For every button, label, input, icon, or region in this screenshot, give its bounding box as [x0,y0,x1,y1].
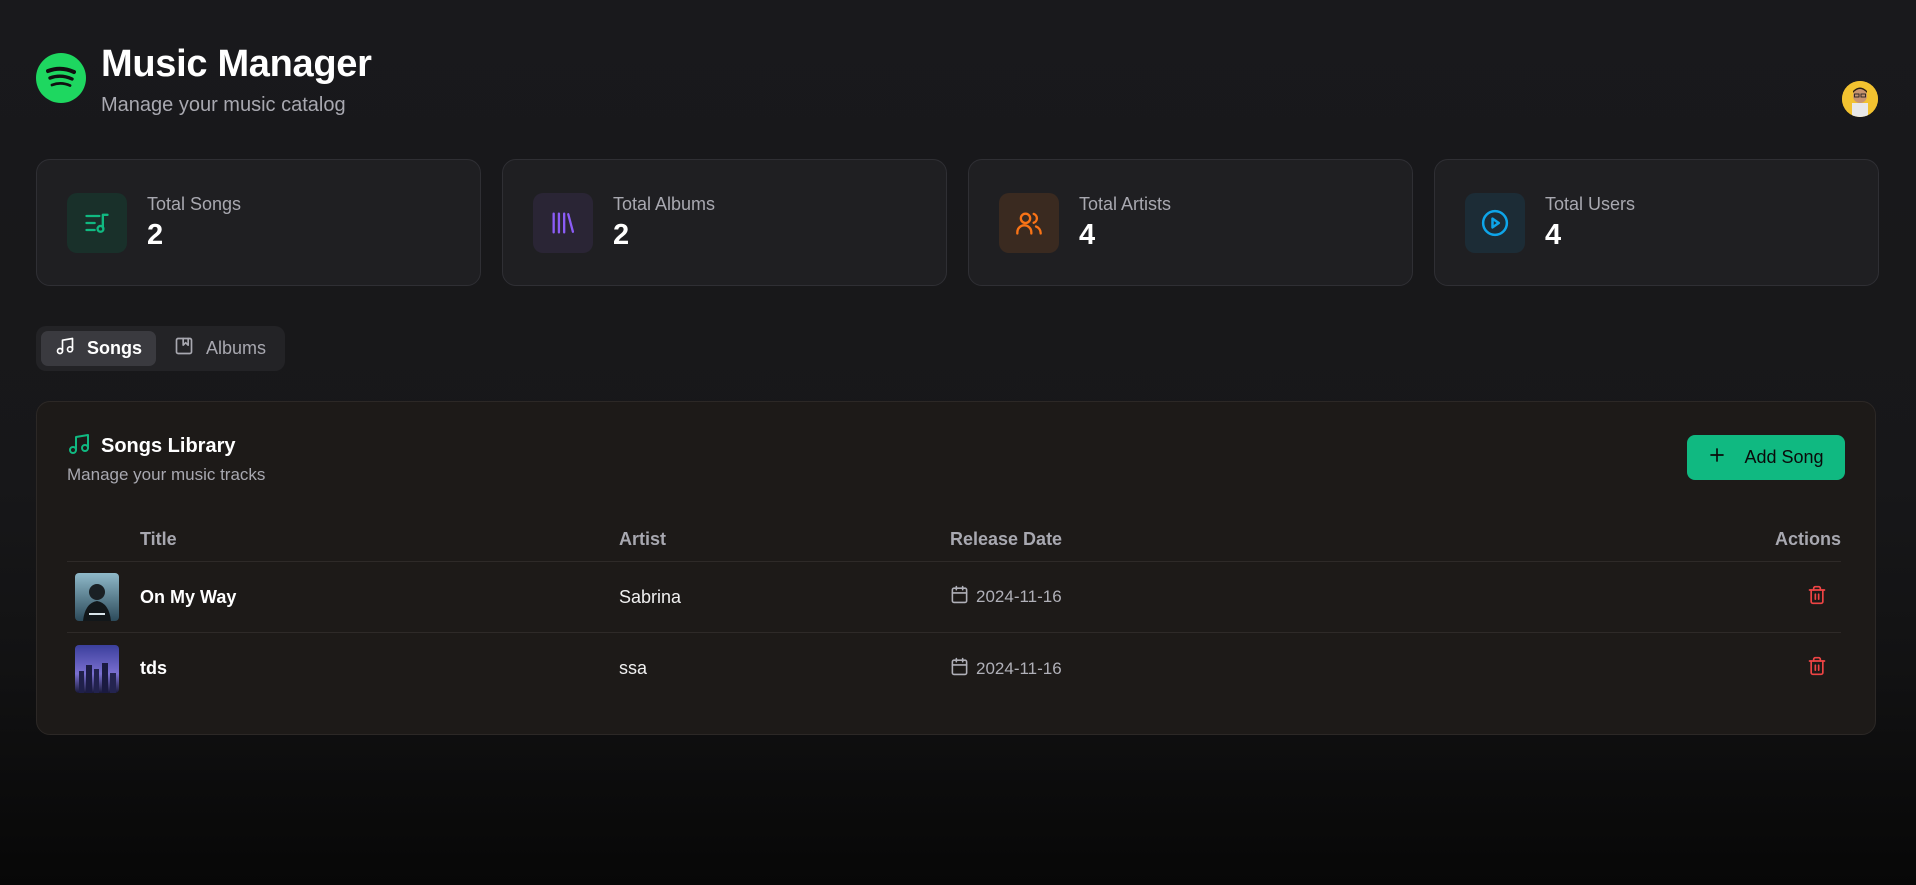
play-circle-icon [1465,192,1525,253]
tab-label: Albums [206,338,267,358]
song-cover-image [75,573,119,621]
stat-label: Total Songs [147,193,242,214]
stat-label: Total Users [1545,193,1636,214]
column-header-title[interactable]: Title [140,529,619,550]
album-icon [174,336,194,361]
table-row[interactable]: tds ssa 2024-11-16 [67,633,1841,704]
stat-value: 4 [1545,218,1562,251]
page-title: Music Manager [101,43,372,85]
stat-card-total-albums: Total Albums 2 [502,159,947,286]
song-title: tds [140,658,167,678]
song-release-date: 2024-11-16 [976,587,1062,606]
stat-card-total-songs: Total Songs 2 [36,159,481,286]
delete-song-button[interactable] [1807,585,1827,610]
table-row[interactable]: On My Way Sabrina 2024-11-16 [67,562,1841,633]
stat-label: Total Albums [613,193,716,214]
page-subtitle: Manage your music catalog [101,94,346,116]
tab-albums[interactable]: Albums [160,331,280,366]
panel-title: Songs Library [101,435,236,457]
stat-value: 2 [147,218,164,251]
column-header-actions: Actions [1774,528,1841,549]
trash-icon [1808,585,1826,604]
table-header: Title Artist Release Date Actions [67,517,1841,562]
stat-label: Total Artists [1079,193,1172,214]
users-icon [999,192,1059,253]
column-header-artist[interactable]: Artist [619,529,950,550]
music-note-icon [67,432,91,461]
stat-value: 4 [1079,218,1096,251]
delete-song-button[interactable] [1807,656,1827,681]
songs-table: Title Artist Release Date Actions On My … [67,517,1841,704]
stat-value: 2 [613,218,630,251]
user-avatar[interactable] [1842,81,1878,117]
music-note-icon [55,336,75,361]
app-header: Music Manager Manage your music catalog [36,40,372,117]
stats-row: Total Songs 2 Total Albums 2 Total Artis… [36,159,1879,286]
library-icon [533,192,593,253]
calendar-icon [950,657,969,681]
calendar-icon [950,585,969,609]
trash-icon [1808,656,1826,676]
song-title: On My Way [140,586,237,607]
song-cover-image [75,644,119,693]
add-song-label: Add Song [1744,447,1824,467]
spotify-logo-icon [36,53,86,103]
tab-songs[interactable]: Songs [41,331,157,366]
song-artist: Sabrina [619,586,682,607]
song-release-date: 2024-11-16 [976,658,1062,678]
plus-icon [1708,446,1726,469]
column-header-release-date[interactable]: Release Date [950,529,1690,550]
stat-card-total-users: Total Users 4 [1434,159,1879,286]
tab-label: Songs [87,338,143,358]
add-song-button[interactable]: Add Song [1687,435,1845,480]
songs-library-panel: Songs Library Manage your music tracks A… [36,401,1876,735]
playlist-music-icon [67,192,127,253]
view-tabs: Songs Albums [36,326,286,371]
stat-card-total-artists: Total Artists 4 [968,159,1413,286]
panel-subtitle: Manage your music tracks [67,465,266,484]
song-artist: ssa [619,658,648,678]
